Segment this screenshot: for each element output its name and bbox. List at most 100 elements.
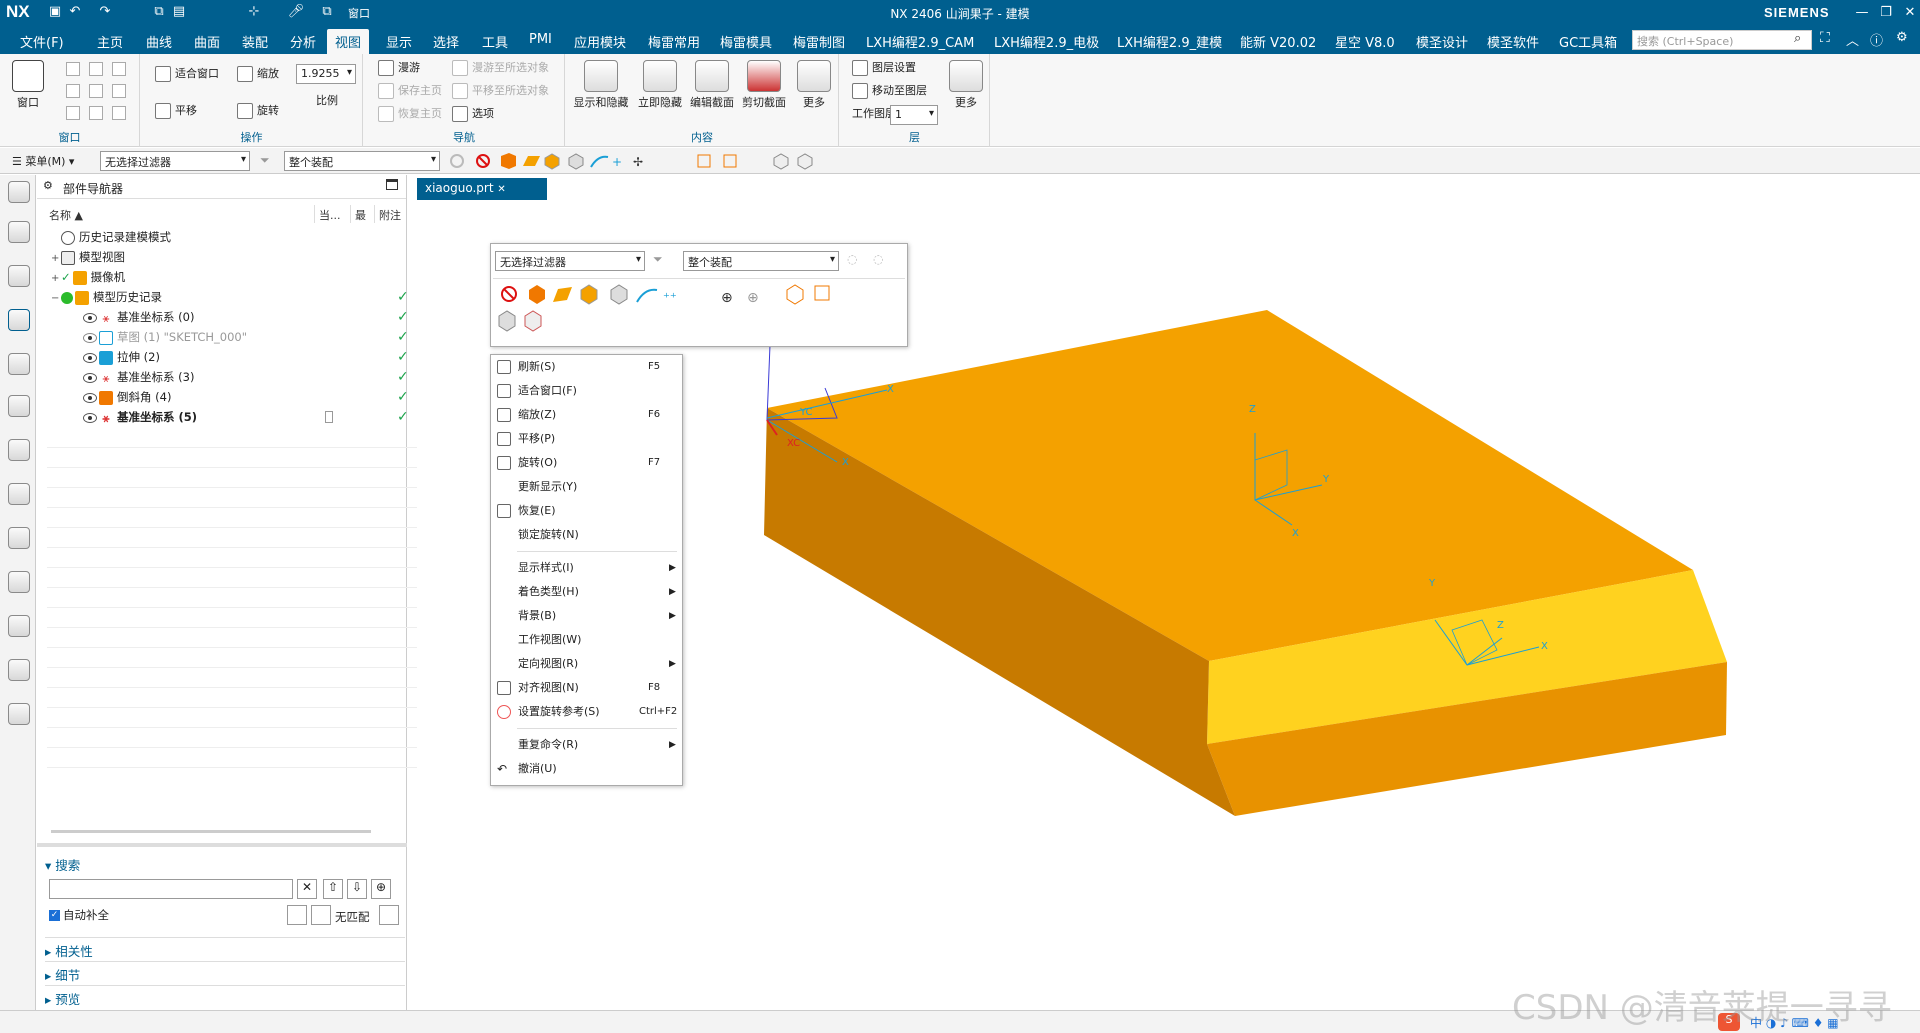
search-select-icon[interactable] (379, 905, 399, 925)
show-hide-button[interactable]: 显示和隐藏 (570, 60, 632, 110)
work-layer-select[interactable]: 1 (890, 105, 938, 125)
tree-row-chamfer[interactable]: 倒斜角 (4) ✓ (45, 387, 443, 407)
layout-single-icon[interactable] (66, 62, 80, 76)
preview-section[interactable]: ▸ 预览 (45, 989, 80, 1008)
expand-icon[interactable]: + (51, 249, 61, 269)
tree-row-sketch[interactable]: 草图 (1) "SKETCH_000" ✓ (45, 327, 443, 347)
save-home-button[interactable]: 保存主页 (378, 81, 442, 101)
hidden-icon[interactable] (83, 332, 97, 343)
maximize-panel-icon[interactable] (386, 179, 398, 190)
column-current[interactable]: 当... (315, 205, 351, 223)
layout-four-icon[interactable] (112, 84, 126, 98)
menu-lxh-cam[interactable]: LXH编程2.9_CAM (866, 32, 974, 51)
reuse-library-icon[interactable] (8, 395, 30, 417)
scale-input[interactable]: 1.9255 (296, 64, 356, 84)
menu-meilei-common[interactable]: 梅雷常用 (648, 32, 700, 51)
layout-two-icon[interactable] (89, 62, 103, 76)
edit-section-button[interactable]: 编辑截面 (688, 60, 736, 110)
hide-now-button[interactable]: 立即隐藏 (636, 60, 684, 110)
layer-settings-button[interactable]: 图层设置 (852, 58, 916, 78)
selection-filter-select[interactable]: 无选择过滤器 (100, 151, 250, 171)
tree-row-model-views[interactable]: + 模型视图 (45, 247, 443, 267)
collapse-icon[interactable]: − (51, 289, 61, 309)
pan-to-selected-button[interactable]: 平移至所选对象 (452, 81, 549, 101)
pan-button[interactable]: 平移 (155, 101, 197, 121)
menu-file[interactable]: 文件(F) (20, 32, 64, 51)
menu-meilei-drawing[interactable]: 梅雷制图 (793, 32, 845, 51)
close-icon[interactable]: ✕ (1898, 3, 1920, 23)
assembly-navigator-icon[interactable] (8, 221, 30, 243)
menu-surface[interactable]: 曲面 (194, 32, 220, 51)
ctx-background[interactable]: 背景(B) ▶ (491, 606, 682, 626)
palette-icon[interactable] (8, 527, 30, 549)
horizontal-scrollbar[interactable] (51, 830, 371, 833)
ctx-update-display[interactable]: 更新显示(Y) (491, 477, 682, 497)
search-section-header[interactable]: ▾ 搜索 (45, 855, 80, 874)
layout-three-icon[interactable] (89, 84, 103, 98)
layout-split-icon[interactable] (112, 62, 126, 76)
menu-display[interactable]: 显示 (386, 32, 412, 51)
minimize-icon[interactable]: — (1850, 3, 1874, 23)
ctx-pan[interactable]: 平移(P) (491, 429, 682, 449)
navigator-search-input[interactable] (49, 879, 293, 899)
menu-analysis[interactable]: 分析 (290, 32, 316, 51)
fullscreen-icon[interactable]: ⛶ (1820, 30, 1830, 46)
menu-select[interactable]: 选择 (433, 32, 459, 51)
panel-splitter[interactable] (37, 843, 407, 847)
layout-quad-icon[interactable] (66, 84, 80, 98)
part-navigator-icon[interactable] (8, 309, 30, 331)
expand-icon[interactable]: + (51, 269, 61, 289)
menu-xingkong[interactable]: 星空 V8.0 (1335, 32, 1395, 51)
clear-search-icon[interactable]: ✕ (297, 879, 317, 899)
ctx-zoom[interactable]: 缩放(Z) F6 (491, 405, 682, 425)
history-icon[interactable] (8, 615, 30, 637)
tree-row-model-history[interactable]: − 模型历史记录 ✓ (45, 287, 443, 307)
ctx-lock-rotation[interactable]: 锁定旋转(N) (491, 525, 682, 545)
menu-lxh-electrode[interactable]: LXH编程2.9_电极 (994, 32, 1099, 51)
tree-row-datum-3[interactable]: ⚹ 基准坐标系 (3) ✓ (45, 367, 443, 387)
collapse-ribbon-icon[interactable]: ︿ (1846, 30, 1859, 49)
hd3d-icon[interactable] (8, 439, 30, 461)
search-up-icon[interactable]: ⇧ (323, 879, 343, 899)
layout-b-icon[interactable] (89, 106, 103, 120)
check-icon[interactable]: ✓ (61, 270, 71, 284)
menu-lxh-modeling[interactable]: LXH编程2.9_建模 (1117, 32, 1222, 51)
zoom-button[interactable]: 缩放 (237, 64, 279, 84)
layout-c-icon[interactable] (112, 106, 126, 120)
roles-icon[interactable] (8, 703, 30, 725)
menu-mosheng-software[interactable]: 模圣软件 (1487, 32, 1539, 51)
menu-gc-toolbox[interactable]: GC工具箱 (1559, 32, 1617, 51)
filter-icon[interactable]: ⏷ (260, 153, 270, 168)
visibility-icon[interactable] (83, 392, 97, 403)
column-latest[interactable]: 最 (351, 205, 375, 223)
menu-nengxin[interactable]: 能新 V20.02 (1240, 32, 1316, 51)
notification-icon[interactable] (8, 353, 30, 375)
tree-row-datum-0[interactable]: ⚹ 基准坐标系 (0) ✓ (45, 307, 443, 327)
popup-assembly-select[interactable]: 整个装配 (683, 251, 839, 271)
tree-row-extrude[interactable]: 拉伸 (2) ✓ (45, 347, 443, 367)
menu-meilei-mold[interactable]: 梅雷模具 (720, 32, 772, 51)
assembly-scope-select[interactable]: 整个装配 (284, 151, 440, 171)
ctx-orient-view[interactable]: 定向视图(R) ▶ (491, 654, 682, 674)
menu-curve[interactable]: 曲线 (146, 32, 172, 51)
ctx-work-view[interactable]: 工作视图(W) (491, 630, 682, 650)
ctx-undo[interactable]: ↶ 撤消(U) (491, 759, 682, 779)
popup-deselect-icon[interactable]: ◌ (847, 252, 857, 266)
help-icon[interactable]: ⓘ (1870, 30, 1883, 49)
search-options-icon[interactable]: ⊕ (371, 879, 391, 899)
menu-mosheng-design[interactable]: 模圣设计 (1416, 32, 1468, 51)
visibility-icon[interactable] (83, 312, 97, 323)
tab-xiaoguo[interactable]: xiaoguo.prt ✕ (417, 178, 547, 200)
settings-icon[interactable] (8, 181, 30, 203)
details-section[interactable]: ▸ 细节 (45, 965, 80, 984)
content-more-button[interactable]: 更多 (794, 60, 834, 110)
clip-section-button[interactable]: 剪切截面 (740, 60, 788, 110)
ctx-display-style[interactable]: 显示样式(I) ▶ (491, 558, 682, 578)
globe-icon[interactable] (8, 571, 30, 593)
ctx-align-view[interactable]: 对齐视图(N) F8 (491, 678, 682, 698)
restore-home-button[interactable]: 恢复主页 (378, 104, 442, 124)
ctx-fit[interactable]: 适合窗口(F) (491, 381, 682, 401)
visibility-icon[interactable] (83, 352, 97, 363)
popup-filter-select[interactable]: 无选择过滤器 (495, 251, 645, 271)
tab-close-icon[interactable]: ✕ (497, 184, 505, 195)
